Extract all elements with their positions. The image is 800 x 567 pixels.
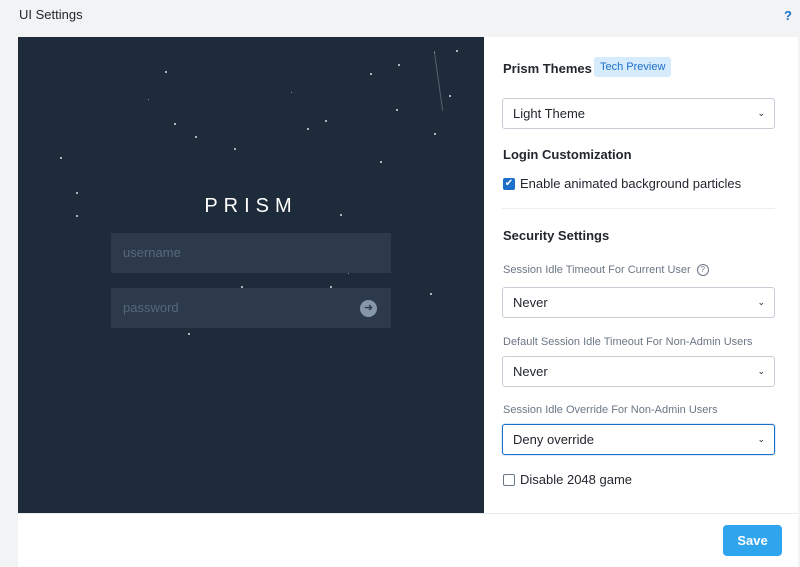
override-label: Session Idle Override For Non-Admin User… [503,404,718,416]
preview-password-field: password ➜ [111,288,391,328]
login-preview: PRISM username password ➜ [18,37,484,513]
particle [291,92,292,93]
particle [307,128,309,130]
particle [456,50,458,52]
info-icon[interactable]: ? [696,264,709,277]
particle [148,99,149,100]
chevron-down-icon: ⌄ [757,108,765,118]
footer-divider [18,513,798,514]
preview-password-placeholder: password [123,300,179,315]
particle [348,273,349,274]
help-icon[interactable]: ? [784,8,792,23]
section-divider [502,208,775,209]
disable-game-row[interactable]: Disable 2048 game [503,472,632,487]
particles-checkbox-row[interactable]: ✔ Enable animated background particles [503,176,741,191]
chevron-down-icon: ⌄ [757,366,765,376]
override-select[interactable]: Deny override ⌄ [502,424,775,455]
arrow-right-circle-icon: ➜ [360,300,377,317]
themes-title: Prism Themes [503,61,592,76]
current-user-timeout-value: Never [513,295,548,310]
tech-preview-badge: Tech Preview [594,57,672,77]
particle [76,192,78,194]
particles-label: Enable animated background particles [520,176,742,191]
current-user-timeout-text: Session Idle Timeout For Current User [503,264,691,276]
current-user-timeout-label: Session Idle Timeout For Current User? [503,264,709,277]
particle [195,136,197,138]
theme-select[interactable]: Light Theme ⌄ [502,98,775,129]
disable-game-label: Disable 2048 game [520,472,633,487]
non-admin-timeout-value: Never [513,364,548,379]
particle [434,133,436,135]
particle [430,293,432,295]
save-button[interactable]: Save [723,525,782,556]
particle [165,71,167,73]
override-value: Deny override [513,432,594,447]
particle [174,123,176,125]
particle [60,157,62,159]
particle [398,64,400,66]
preview-brand: PRISM [204,195,298,217]
particle-link [433,51,444,111]
particle [380,161,382,163]
particle [370,73,372,75]
particle [396,109,398,111]
chevron-down-icon: ⌄ [757,297,765,307]
chevron-down-icon: ⌄ [757,434,765,444]
particle [234,148,236,150]
particle [325,120,327,122]
preview-username-field: username [111,233,391,273]
disable-game-checkbox[interactable] [503,473,515,486]
non-admin-timeout-label: Default Session Idle Timeout For Non-Adm… [503,336,753,348]
non-admin-timeout-select[interactable]: Never ⌄ [502,356,775,387]
particle [188,333,190,335]
theme-select-value: Light Theme [513,106,586,121]
particle [449,95,451,97]
page-title: UI Settings [19,7,83,22]
current-user-timeout-select[interactable]: Never ⌄ [502,287,775,318]
particles-checkbox[interactable]: ✔ [503,177,515,190]
login-customization-title: Login Customization [503,147,632,162]
security-title: Security Settings [503,228,610,243]
